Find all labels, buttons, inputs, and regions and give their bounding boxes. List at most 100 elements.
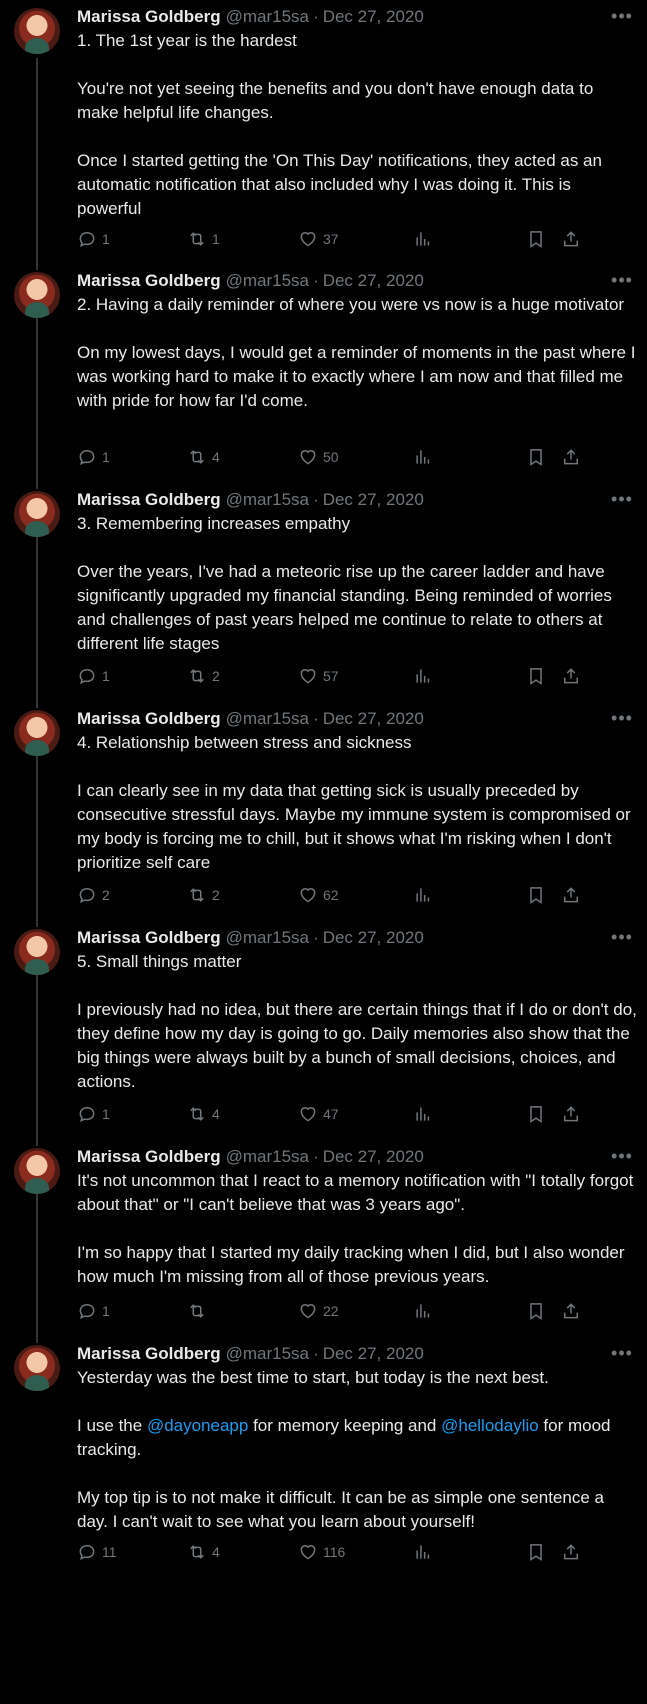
bookmark-button[interactable] bbox=[526, 447, 546, 467]
reply-button[interactable]: 11 bbox=[77, 1542, 117, 1562]
separator-dot: · bbox=[313, 1147, 319, 1166]
avatar[interactable] bbox=[14, 1148, 60, 1194]
more-options-icon[interactable]: ••• bbox=[611, 488, 633, 510]
tweet-date[interactable]: Dec 27, 2020 bbox=[323, 1147, 424, 1167]
views-button[interactable] bbox=[413, 229, 433, 249]
reply-button[interactable]: 1 bbox=[77, 1104, 110, 1124]
bookmark-button[interactable] bbox=[526, 1301, 546, 1321]
tweet-text-segment: 4. Relationship between stress and sickn… bbox=[77, 733, 412, 752]
more-options-icon[interactable]: ••• bbox=[611, 926, 633, 948]
tweet-text-segment: 5. Small things matter bbox=[77, 952, 242, 971]
views-button[interactable] bbox=[413, 1301, 433, 1321]
retweet-button[interactable]: 4 bbox=[187, 1104, 220, 1124]
avatar[interactable] bbox=[14, 710, 60, 756]
mention-link[interactable]: @dayoneapp bbox=[147, 1416, 248, 1435]
thread-connector-line bbox=[36, 511, 38, 708]
views-button[interactable] bbox=[413, 447, 433, 467]
separator-dot: · bbox=[313, 7, 319, 26]
author-name[interactable]: Marissa Goldberg bbox=[77, 1147, 221, 1167]
author-handle[interactable]: @mar15sa bbox=[226, 490, 309, 510]
views-button[interactable] bbox=[413, 1542, 433, 1562]
tweet-paragraph: I use the @dayoneapp for memory keeping … bbox=[77, 1414, 637, 1462]
mention-link[interactable]: @hellodaylio bbox=[441, 1416, 539, 1435]
share-button[interactable] bbox=[561, 666, 581, 686]
reply-button[interactable]: 1 bbox=[77, 666, 110, 686]
more-options-icon[interactable]: ••• bbox=[611, 1342, 633, 1364]
author-name[interactable]: Marissa Goldberg bbox=[77, 709, 221, 729]
tweet-date[interactable]: Dec 27, 2020 bbox=[323, 271, 424, 291]
separator-dot: · bbox=[313, 928, 319, 947]
like-button[interactable]: 116 bbox=[298, 1542, 345, 1562]
like-button[interactable]: 22 bbox=[298, 1301, 339, 1321]
bookmark-button[interactable] bbox=[526, 229, 546, 249]
share-button[interactable] bbox=[561, 885, 581, 905]
more-options-icon[interactable]: ••• bbox=[611, 269, 633, 291]
more-options-icon[interactable]: ••• bbox=[611, 5, 633, 27]
likes-count: 37 bbox=[323, 231, 339, 247]
views-button[interactable] bbox=[413, 885, 433, 905]
more-options-icon[interactable]: ••• bbox=[611, 1145, 633, 1167]
tweet-actions: 1 2 57 bbox=[77, 664, 633, 688]
replies-count: 11 bbox=[102, 1544, 117, 1560]
views-button[interactable] bbox=[413, 666, 433, 686]
more-options-icon[interactable]: ••• bbox=[611, 707, 633, 729]
reply-button[interactable]: 1 bbox=[77, 229, 110, 249]
tweet-date[interactable]: Dec 27, 2020 bbox=[323, 709, 424, 729]
tweet-actions: 11 4 116 bbox=[77, 1540, 633, 1564]
retweet-button[interactable]: 4 bbox=[187, 1542, 220, 1562]
share-button[interactable] bbox=[561, 1301, 581, 1321]
author-handle[interactable]: @mar15sa bbox=[226, 7, 309, 27]
like-button[interactable]: 47 bbox=[298, 1104, 339, 1124]
tweet-date[interactable]: Dec 27, 2020 bbox=[323, 928, 424, 948]
tweet-date[interactable]: Dec 27, 2020 bbox=[323, 490, 424, 510]
author-handle[interactable]: @mar15sa bbox=[226, 1147, 309, 1167]
avatar[interactable] bbox=[14, 8, 60, 54]
like-button[interactable]: 37 bbox=[298, 229, 339, 249]
avatar[interactable] bbox=[14, 272, 60, 318]
views-icon bbox=[413, 666, 433, 686]
like-icon bbox=[298, 229, 318, 249]
bookmark-button[interactable] bbox=[526, 666, 546, 686]
share-button[interactable] bbox=[561, 1542, 581, 1562]
replies-count: 1 bbox=[102, 1303, 110, 1319]
like-button[interactable]: 57 bbox=[298, 666, 339, 686]
tweet-paragraph: I can clearly see in my data that gettin… bbox=[77, 779, 637, 875]
reply-button[interactable]: 2 bbox=[77, 885, 110, 905]
avatar[interactable] bbox=[14, 1345, 60, 1391]
tweet-paragraph: I previously had no idea, but there are … bbox=[77, 998, 637, 1094]
retweet-button[interactable]: 2 bbox=[187, 885, 220, 905]
views-button[interactable] bbox=[413, 1104, 433, 1124]
tweet-text-segment: for memory keeping and bbox=[248, 1416, 442, 1435]
tweet-date[interactable]: Dec 27, 2020 bbox=[323, 1344, 424, 1364]
author-name[interactable]: Marissa Goldberg bbox=[77, 1344, 221, 1364]
tweet-date[interactable]: Dec 27, 2020 bbox=[323, 7, 424, 27]
author-handle[interactable]: @mar15sa bbox=[226, 1344, 309, 1364]
like-button[interactable]: 62 bbox=[298, 885, 339, 905]
author-handle[interactable]: @mar15sa bbox=[226, 928, 309, 948]
avatar[interactable] bbox=[14, 491, 60, 537]
reply-button[interactable]: 1 bbox=[77, 447, 110, 467]
like-button[interactable]: 50 bbox=[298, 447, 339, 467]
author-handle[interactable]: @mar15sa bbox=[226, 709, 309, 729]
author-name[interactable]: Marissa Goldberg bbox=[77, 271, 221, 291]
tweet-paragraph: 2. Having a daily reminder of where you … bbox=[77, 293, 637, 317]
avatar[interactable] bbox=[14, 929, 60, 975]
retweet-button[interactable]: 1 bbox=[187, 229, 220, 249]
author-handle[interactable]: @mar15sa bbox=[226, 271, 309, 291]
bookmark-icon bbox=[526, 1542, 546, 1562]
retweet-button[interactable]: 4 bbox=[187, 447, 220, 467]
bookmark-button[interactable] bbox=[526, 1104, 546, 1124]
author-name[interactable]: Marissa Goldberg bbox=[77, 7, 221, 27]
author-name[interactable]: Marissa Goldberg bbox=[77, 928, 221, 948]
bookmark-button[interactable] bbox=[526, 885, 546, 905]
retweet-button[interactable] bbox=[187, 1301, 212, 1321]
share-button[interactable] bbox=[561, 447, 581, 467]
author-name[interactable]: Marissa Goldberg bbox=[77, 490, 221, 510]
reply-button[interactable]: 1 bbox=[77, 1301, 110, 1321]
bookmark-button[interactable] bbox=[526, 1542, 546, 1562]
share-button[interactable] bbox=[561, 229, 581, 249]
share-button[interactable] bbox=[561, 1104, 581, 1124]
separator-dot: · bbox=[313, 709, 319, 728]
retweet-button[interactable]: 2 bbox=[187, 666, 220, 686]
replies-count: 1 bbox=[102, 1106, 110, 1122]
